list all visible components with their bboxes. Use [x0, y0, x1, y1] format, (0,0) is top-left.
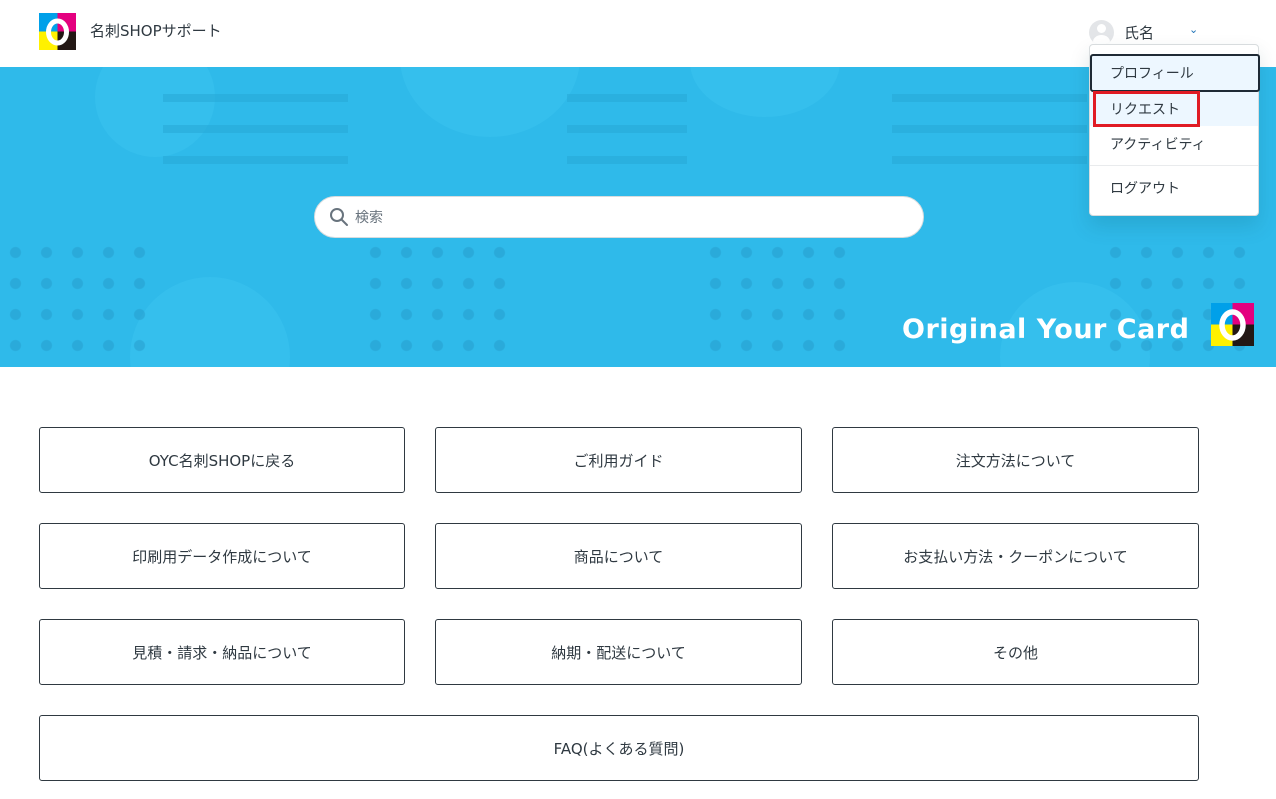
menu-divider — [1090, 165, 1258, 166]
search-box[interactable] — [314, 196, 924, 238]
category-usage-guide[interactable]: ご利用ガイド — [435, 427, 802, 493]
category-products[interactable]: 商品について — [435, 523, 802, 589]
request-highlight-box — [1093, 91, 1200, 127]
search-input[interactable] — [355, 205, 905, 231]
decorative-circle — [130, 277, 290, 367]
decorative-dots — [1100, 237, 1250, 367]
category-faq[interactable]: FAQ(よくある質問) — [39, 715, 1199, 781]
decorative-circle — [690, 67, 840, 117]
category-print-data[interactable]: 印刷用データ作成について — [39, 523, 405, 589]
decorative-circle — [400, 67, 580, 137]
user-name: 氏名 — [1124, 23, 1155, 42]
user-dropdown-menu: プロフィール リクエスト アクティビティ ログアウト — [1089, 44, 1260, 216]
oyc-logo-icon[interactable] — [39, 13, 76, 50]
category-back-to-shop[interactable]: OYC名刺SHOPに戻る — [39, 427, 405, 493]
chevron-down-icon: ⌄ — [1189, 23, 1199, 36]
decorative-dots — [360, 237, 510, 367]
user-avatar-icon — [1089, 19, 1114, 45]
site-header: 名刺SHOPサポート 氏名 ⌄ — [0, 0, 1276, 67]
user-menu-toggle[interactable]: 氏名 ⌄ — [1089, 19, 1198, 45]
category-delivery[interactable]: 納期・配送について — [435, 619, 802, 685]
brand-text: Original Your Card — [902, 314, 1190, 345]
category-payment-coupon[interactable]: お支払い方法・クーポンについて — [832, 523, 1199, 589]
category-quote-invoice[interactable]: 見積・請求・納品について — [39, 619, 405, 685]
decorative-circle — [95, 67, 215, 157]
hero-banner: Original Your Card — [0, 67, 1276, 367]
menu-item-profile[interactable]: プロフィール — [1090, 54, 1260, 92]
category-other[interactable]: その他 — [832, 619, 1199, 685]
decorative-dots — [0, 237, 150, 367]
menu-item-activity[interactable]: アクティビティ — [1090, 127, 1258, 161]
category-ordering[interactable]: 注文方法について — [832, 427, 1199, 493]
oyc-brand-logo-icon — [1211, 303, 1254, 346]
search-icon — [330, 208, 348, 226]
site-title[interactable]: 名刺SHOPサポート — [90, 20, 222, 41]
decorative-dots — [700, 237, 850, 367]
menu-item-logout[interactable]: ログアウト — [1090, 171, 1258, 205]
